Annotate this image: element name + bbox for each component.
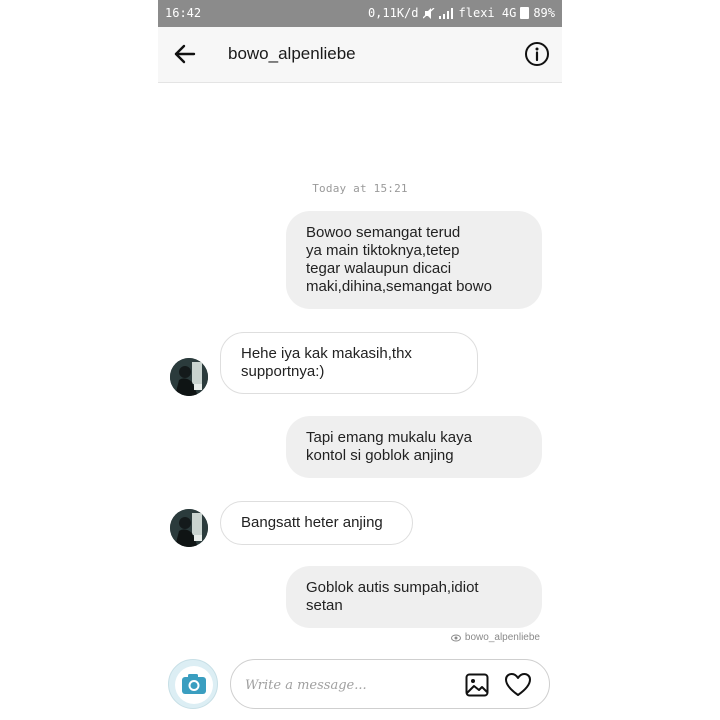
message-text: setan <box>306 597 343 614</box>
message-text: kontol si goblok anjing <box>306 447 454 464</box>
heart-icon[interactable] <box>504 671 532 699</box>
message-text: maki,dihina,semangat bowo <box>306 278 492 295</box>
avatar[interactable] <box>170 509 208 547</box>
incoming-message[interactable]: Hehe iya kak makasih,thx supportnya:) <box>220 332 478 394</box>
message-text: Goblok autis sumpah,idiot <box>306 579 479 596</box>
signal-icon <box>438 7 453 19</box>
mute-icon <box>422 7 434 19</box>
message-text: ya main tiktoknya,tetep <box>306 242 460 259</box>
message-text: Bangsatt heter anjing <box>241 514 383 531</box>
message-text: supportnya:) <box>241 363 325 380</box>
profile-photo-icon <box>170 358 208 396</box>
date-separator: Today at 15:21 <box>312 182 408 195</box>
message-text: Bowoo semangat terud <box>306 224 461 241</box>
battery-icon <box>520 7 530 19</box>
seen-by-label: bowo_alpenliebe <box>464 632 540 643</box>
outgoing-message[interactable]: Tapi emang mukalu kaya kontol si goblok … <box>286 416 542 478</box>
outgoing-message[interactable]: Bowoo semangat terud ya main tiktoknya,t… <box>286 211 542 309</box>
eye-icon <box>450 634 461 641</box>
message-composer <box>168 658 552 710</box>
camera-button[interactable] <box>168 659 218 709</box>
message-text: tegar walaupun dicaci <box>306 260 452 277</box>
arrow-left-icon[interactable] <box>172 41 198 67</box>
status-indicators: 0,11K/d flexi 4G 89% <box>368 6 555 20</box>
carrier-label: flexi 4G <box>458 6 517 20</box>
message-text: Hehe iya kak makasih,thx <box>241 345 412 362</box>
message-input-container <box>230 659 550 709</box>
network-speed: 0,11K/d <box>367 6 419 20</box>
incoming-message[interactable]: Bangsatt heter anjing <box>220 501 413 545</box>
seen-indicator: bowo_alpenliebe <box>450 632 540 643</box>
outgoing-message[interactable]: Goblok autis sumpah,idiot setan <box>286 566 542 628</box>
camera-icon <box>175 666 213 704</box>
battery-level: 89% <box>533 6 555 20</box>
message-input[interactable] <box>245 674 445 696</box>
avatar[interactable] <box>170 358 208 396</box>
profile-photo-icon <box>170 509 208 547</box>
status-bar: 16:42 0,11K/d flexi 4G 89% <box>158 0 562 27</box>
message-text: Tapi emang mukalu kaya <box>306 429 472 446</box>
status-time: 16:42 <box>165 6 202 20</box>
chat-username[interactable]: bowo_alpenliebe <box>228 44 356 64</box>
chat-header: bowo_alpenliebe <box>158 27 562 83</box>
info-circle-icon[interactable] <box>524 41 550 67</box>
image-icon[interactable] <box>464 672 490 698</box>
dm-screen: 16:42 0,11K/d flexi 4G 89% bowo_alpenlie… <box>158 0 562 720</box>
